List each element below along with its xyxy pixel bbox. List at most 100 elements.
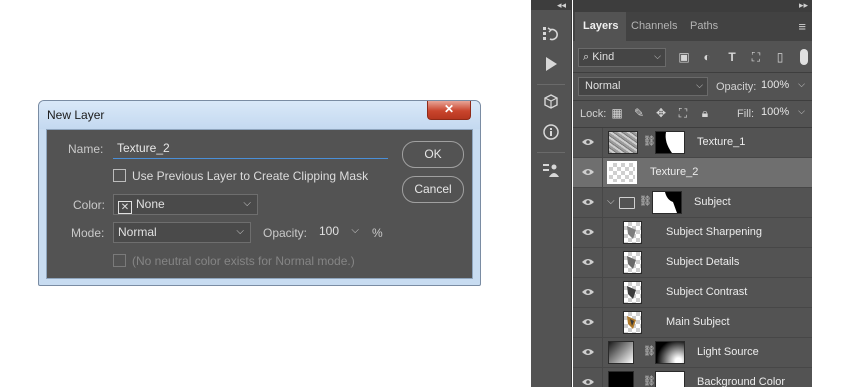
filter-kind-value: Kind (592, 51, 615, 63)
opacity-value: 100 (319, 224, 340, 238)
info-icon[interactable] (539, 122, 563, 144)
link-icon[interactable]: ⛓ (643, 346, 656, 360)
eye-icon (582, 229, 594, 235)
chevron-down-icon: ⌵ (654, 51, 661, 61)
ok-button[interactable]: OK (402, 141, 464, 168)
lock-brush-icon[interactable]: ✎ (631, 106, 647, 122)
opacity-unit: % (372, 226, 383, 240)
layer-name: Subject Sharpening (666, 226, 763, 238)
color-fill-thumbnail (608, 371, 634, 387)
folder-icon (619, 197, 635, 209)
visibility-toggle[interactable] (573, 128, 603, 158)
visibility-toggle[interactable] (573, 278, 603, 308)
color-select[interactable]: ✕ None ⌵ (113, 194, 258, 215)
visibility-toggle[interactable] (573, 368, 603, 387)
layer-row-texture-2[interactable]: Texture_2 (573, 158, 812, 188)
filter-kind-select[interactable]: ⌕ Kind ⌵ (578, 48, 666, 67)
layer-name: Subject Details (666, 256, 740, 268)
layer-row-subject-details[interactable]: Subject Details (573, 248, 812, 278)
visibility-toggle[interactable] (573, 158, 603, 188)
layer-row-subject-group[interactable]: ⌵ ⛓ Subject (573, 188, 812, 218)
smart-object-filter-icon[interactable]: ▯ (771, 50, 789, 66)
shape-filter-icon[interactable]: ⛶ (747, 50, 765, 66)
layer-mask-thumbnail (655, 371, 685, 387)
mode-label: Mode: (71, 226, 105, 240)
visibility-toggle[interactable] (573, 338, 603, 368)
layer-name: Texture_1 (697, 136, 746, 148)
eye-icon (582, 319, 594, 325)
layer-row-light-source[interactable]: ⛓ Light Source (573, 338, 812, 368)
collapse-arrows-icon[interactable]: ◂◂ (557, 0, 566, 11)
chevron-down-icon: ⌵ (696, 80, 703, 90)
dock-header: ◂◂ (531, 0, 571, 10)
layer-thumbnail (608, 131, 638, 154)
layer-opacity-value: 100% (761, 79, 790, 91)
type-filter-icon[interactable]: T (723, 50, 741, 66)
opacity-input[interactable]: 100 ⌵ (315, 222, 365, 243)
close-button[interactable]: ✕ (427, 101, 471, 120)
tab-channels[interactable]: Channels (623, 12, 685, 41)
layer-comps-icon[interactable] (539, 160, 563, 182)
3d-cube-icon[interactable] (539, 92, 563, 114)
history-icon[interactable] (539, 24, 563, 46)
layer-row-subject-sharpening[interactable]: Subject Sharpening (573, 218, 812, 248)
lock-artboard-icon[interactable]: ⛶ (675, 106, 691, 122)
layer-row-subject-contrast[interactable]: Subject Contrast (573, 278, 812, 308)
lock-position-icon[interactable]: ✥ (653, 106, 669, 122)
pixel-filter-icon[interactable]: ▣ (675, 50, 693, 66)
visibility-toggle[interactable] (573, 248, 603, 278)
layer-name-input[interactable]: Texture_2 (113, 139, 388, 159)
clipping-mask-checkbox[interactable] (113, 169, 126, 182)
dialog-body: Name: Texture_2 Use Previous Layer to Cr… (46, 129, 473, 279)
fill-input[interactable]: 100% ⌵ (759, 104, 809, 123)
dialog-titlebar[interactable]: New Layer ✕ (39, 101, 480, 129)
lock-all-icon[interactable]: 🔒︎ (697, 106, 713, 122)
color-select-value: None (136, 197, 165, 211)
eye-icon (582, 169, 594, 175)
filter-toggle[interactable] (800, 49, 808, 65)
lock-transparent-icon[interactable]: ▦ (609, 106, 625, 122)
panel-dock-strip: ◂◂ (531, 0, 572, 387)
layer-thumbnail (623, 251, 642, 274)
layer-thumbnail (623, 281, 642, 304)
visibility-toggle[interactable] (573, 188, 603, 218)
tab-paths[interactable]: Paths (682, 12, 726, 41)
layer-row-background-color[interactable]: ⛓ Background Color (573, 368, 812, 387)
name-label: Name: (68, 142, 104, 156)
filter-row: ⌕ Kind ⌵ ▣ ◐ T ⛶ ▯ (573, 45, 812, 71)
panel-menu-icon[interactable]: ≡ (798, 19, 806, 34)
lock-row: Lock: ▦ ✎ ✥ ⛶ 🔒︎ Fill: 100% ⌵ (573, 101, 812, 127)
eye-icon (582, 379, 594, 385)
dock-divider (537, 84, 565, 85)
neutral-color-label: (No neutral color exists for Normal mode… (132, 254, 355, 268)
tab-layers[interactable]: Layers (575, 12, 627, 41)
visibility-toggle[interactable] (573, 218, 603, 248)
layer-opacity-input[interactable]: 100% ⌵ (759, 77, 809, 96)
eye-icon (582, 199, 594, 205)
visibility-toggle[interactable] (573, 308, 603, 338)
chevron-down-icon: ⌵ (798, 79, 805, 89)
gradient-fill-thumbnail (608, 341, 634, 364)
layer-name: Subject (694, 196, 731, 208)
link-icon[interactable]: ⛓ (643, 136, 656, 150)
clipping-mask-label: Use Previous Layer to Create Clipping Ma… (132, 169, 369, 183)
chevron-down-icon[interactable]: ⌵ (607, 196, 615, 207)
mode-select[interactable]: Normal ⌵ (113, 222, 251, 243)
layer-row-texture-1[interactable]: ⛓ Texture_1 (573, 128, 812, 158)
cancel-button[interactable]: Cancel (402, 176, 464, 203)
eye-icon (582, 259, 594, 265)
mode-select-value: Normal (118, 225, 157, 239)
link-icon[interactable]: ⛓ (639, 196, 652, 210)
link-icon[interactable]: ⛓ (643, 376, 656, 387)
expand-arrows-icon[interactable]: ▸▸ (799, 0, 808, 11)
color-label: Color: (73, 198, 106, 212)
blend-mode-select[interactable]: Normal ⌵ (578, 77, 708, 96)
play-actions-icon[interactable] (539, 54, 563, 76)
chevron-down-icon: ⌵ (798, 106, 805, 116)
adjustment-filter-icon[interactable]: ◐ (698, 50, 716, 66)
layer-mask-thumbnail (655, 341, 685, 364)
layer-row-main-subject[interactable]: Main Subject (573, 308, 812, 338)
layer-name: Texture_2 (650, 166, 699, 178)
opacity-label: Opacity: (263, 226, 308, 240)
chevron-down-icon: ⌵ (236, 226, 244, 237)
